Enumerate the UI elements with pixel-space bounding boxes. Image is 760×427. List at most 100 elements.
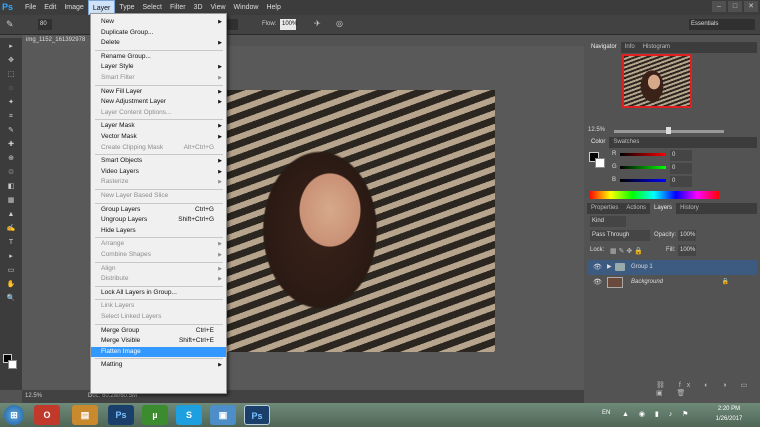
crop-tool-icon[interactable]: ⌗	[4, 112, 18, 122]
tab-histogram[interactable]: Histogram	[639, 42, 674, 53]
menu-item-new-adjustment-layer[interactable]: New Adjustment Layer ▶	[91, 97, 226, 107]
blur-tool-icon[interactable]: ✍	[4, 224, 18, 234]
menu-item-rename-group[interactable]: Rename Group...	[91, 52, 226, 62]
menu-window[interactable]: Window	[230, 0, 263, 15]
skype-icon[interactable]: S	[176, 405, 202, 425]
menu-item-new-fill-layer[interactable]: New Fill Layer ▶	[91, 87, 226, 97]
menu-item-layer-style[interactable]: Layer Style ▶	[91, 62, 226, 72]
blue-slider[interactable]	[620, 179, 666, 182]
workspace-select[interactable]: Essentials	[689, 19, 755, 30]
pen-tool-icon[interactable]: ▸	[4, 252, 18, 262]
color-spectrum-bar[interactable]	[589, 191, 719, 199]
menu-item-duplicate-group[interactable]: Duplicate Group...	[91, 28, 226, 38]
flow-field[interactable]: 100%	[280, 19, 297, 30]
background-color-swatch[interactable]	[595, 158, 605, 168]
path-select-tool-icon[interactable]: ✋	[4, 280, 18, 290]
blue-value[interactable]: 0	[670, 176, 692, 187]
menu-help[interactable]: Help	[262, 0, 284, 15]
healing-tool-icon[interactable]: ✚	[4, 140, 18, 150]
photos-icon[interactable]: ▣	[210, 405, 236, 425]
layer-filter-kind[interactable]: Kind	[590, 216, 626, 227]
clock-time[interactable]: 2:20 PM	[712, 406, 746, 412]
eyedropper-tool-icon[interactable]: ✎	[4, 126, 18, 136]
photoshop-active-icon[interactable]: Ps	[244, 405, 270, 425]
menu-item-matting[interactable]: Matting ▶	[91, 360, 226, 370]
fill-field[interactable]: 100%	[678, 245, 696, 256]
menu-item-video-layers[interactable]: Video Layers ▶	[91, 167, 226, 177]
zoom-slider-handle[interactable]	[666, 127, 671, 134]
maximize-icon[interactable]: □	[728, 1, 742, 12]
expand-arrow-icon[interactable]: ▶	[607, 260, 612, 275]
visibility-eye-icon[interactable]: 👁	[593, 260, 602, 275]
navigator-thumbnail[interactable]	[622, 54, 692, 108]
menu-item-vector-mask[interactable]: Vector Mask ▶	[91, 132, 226, 142]
type-tool-icon[interactable]: ▭	[4, 266, 18, 276]
opacity-field[interactable]: 100%	[678, 230, 696, 241]
lasso-tool-icon[interactable]: ◌	[4, 84, 18, 94]
tab-navigator[interactable]: Navigator	[587, 42, 621, 53]
menu-item-flatten-image[interactable]: Flatten Image	[91, 346, 226, 357]
menu-item-ungroup-layers[interactable]: Ungroup Layers Shift+Ctrl+G	[91, 215, 226, 225]
file-explorer-icon[interactable]: ▤	[72, 405, 98, 425]
lock-icons[interactable]: ▦ ✎ ✥ 🔒	[610, 247, 643, 255]
opera-icon[interactable]: O	[34, 405, 60, 425]
menu-item-hide-layers[interactable]: Hide Layers	[91, 226, 226, 236]
menu-item-merge-group[interactable]: Merge Group Ctrl+E	[91, 326, 226, 336]
document-tab[interactable]: img_1152_161392978	[22, 35, 92, 46]
layer-row-background[interactable]: 👁 Background 🔒	[587, 275, 757, 290]
tab-properties[interactable]: Properties	[587, 203, 622, 214]
history-brush-tool-icon[interactable]: ◧	[4, 182, 18, 192]
menu-file[interactable]: File	[21, 0, 40, 15]
utorrent-icon[interactable]: µ	[142, 405, 168, 425]
shape-tool-icon[interactable]: 🔍	[4, 294, 18, 304]
menu-item-group-layers[interactable]: Group Layers Ctrl+G	[91, 205, 226, 215]
brush-tool-icon[interactable]: ✎	[6, 19, 22, 31]
layer-row-group[interactable]: 👁 ▶ Group 1	[587, 260, 757, 275]
tray-icons[interactable]: ▲ ◉ ▮ ♪ ⚑	[622, 410, 692, 418]
close-icon[interactable]: ✕	[744, 1, 758, 12]
menu-edit[interactable]: Edit	[40, 0, 60, 15]
artboard-tool-icon[interactable]: ✥	[4, 56, 18, 66]
green-value[interactable]: 0	[670, 163, 692, 174]
pressure-size-icon[interactable]: ◎	[336, 19, 343, 28]
eraser-tool-icon[interactable]: ▦	[4, 196, 18, 206]
menu-item-delete[interactable]: Delete ▶	[91, 38, 226, 48]
start-button-icon[interactable]: ⊞	[4, 405, 24, 425]
navigator-zoom[interactable]: 12.5%	[588, 127, 605, 133]
blend-mode-select[interactable]: Pass Through	[590, 230, 650, 241]
menu-image[interactable]: Image	[60, 0, 87, 15]
visibility-eye-icon[interactable]: 👁	[593, 275, 602, 290]
red-value[interactable]: 0	[670, 150, 692, 161]
airbrush-icon[interactable]: ✈	[314, 19, 321, 28]
quick-select-tool-icon[interactable]: ✦	[4, 98, 18, 108]
tab-swatches[interactable]: Swatches	[609, 137, 643, 148]
tab-layers[interactable]: Layers	[650, 203, 677, 214]
tab-info[interactable]: Info	[621, 42, 639, 53]
clock-date[interactable]: 1/26/2017	[712, 416, 746, 422]
brush-tool-icon[interactable]: ⊕	[4, 154, 18, 164]
brush-size[interactable]: 80	[38, 19, 52, 30]
language-indicator[interactable]: EN	[602, 410, 610, 416]
tab-color[interactable]: Color	[587, 137, 610, 148]
green-slider[interactable]	[620, 166, 666, 169]
background-color-icon[interactable]	[8, 360, 17, 369]
status-zoom[interactable]: 12.5%	[25, 390, 42, 403]
tab-actions[interactable]: Actions	[622, 203, 650, 214]
menu-item-smart-objects[interactable]: Smart Objects ▶	[91, 156, 226, 166]
red-slider[interactable]	[620, 153, 666, 156]
menu-item-layer-mask[interactable]: Layer Mask ▶	[91, 121, 226, 131]
marquee-tool-icon[interactable]: ⬚	[4, 70, 18, 80]
layers-footer-icons[interactable]: ⛓ fx ◐ ◑ ▭ ▣ 🗑	[656, 381, 760, 397]
clone-tool-icon[interactable]: ♲	[4, 168, 18, 178]
document-photo[interactable]	[225, 90, 495, 352]
move-tool-icon[interactable]: ▸	[4, 42, 18, 52]
menu-item-new[interactable]: New ▶	[91, 17, 226, 27]
tab-history[interactable]: History	[676, 203, 703, 214]
menu-item-lock-all-layers-in-group[interactable]: Lock All Layers in Group...	[91, 288, 226, 298]
gradient-tool-icon[interactable]: ▲	[4, 210, 18, 220]
pressure-opacity-icon[interactable]	[226, 19, 238, 30]
dodge-tool-icon[interactable]: T	[4, 238, 18, 248]
menu-item-merge-visible[interactable]: Merge Visible Shift+Ctrl+E	[91, 336, 226, 346]
minimize-icon[interactable]: –	[712, 1, 726, 12]
photoshop-taskbar-icon[interactable]: Ps	[108, 405, 134, 425]
